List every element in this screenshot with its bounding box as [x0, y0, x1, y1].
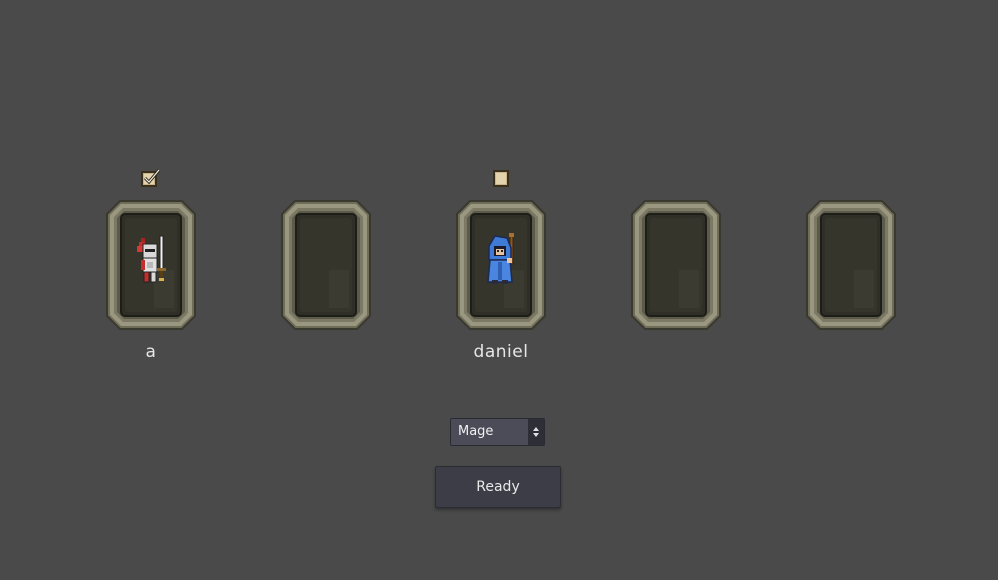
mage-icon: [487, 233, 514, 284]
ready-checkbox-unchecked[interactable]: [456, 165, 546, 191]
lobby-screen: a daniel Mage Ready: [0, 0, 998, 580]
empty-character-card[interactable]: [631, 200, 721, 330]
knight-icon: [137, 235, 166, 283]
ready-checkbox-checked[interactable]: [106, 165, 196, 191]
empty-character-card[interactable]: [281, 200, 371, 330]
player-slot-3: daniel: [456, 165, 546, 375]
card-frame: [631, 200, 721, 330]
card-frame: [806, 200, 896, 330]
player-slot-1: a: [106, 165, 196, 375]
ready-button[interactable]: Ready: [435, 466, 561, 508]
class-select-value: Mage: [451, 419, 528, 445]
player-slot-5: [806, 165, 896, 375]
character-card[interactable]: [106, 200, 196, 330]
unchecked-box-icon: [493, 170, 509, 187]
updown-arrows-icon: [528, 419, 544, 445]
empty-character-card[interactable]: [806, 200, 896, 330]
player-slot-4: [631, 165, 721, 375]
character-card[interactable]: [456, 200, 546, 330]
player-slot-2: [281, 165, 371, 375]
card-frame: [281, 200, 371, 330]
player-name: a: [145, 342, 157, 362]
class-select[interactable]: Mage: [450, 418, 545, 446]
checked-box-icon: [141, 169, 161, 187]
player-name: daniel: [473, 342, 529, 362]
